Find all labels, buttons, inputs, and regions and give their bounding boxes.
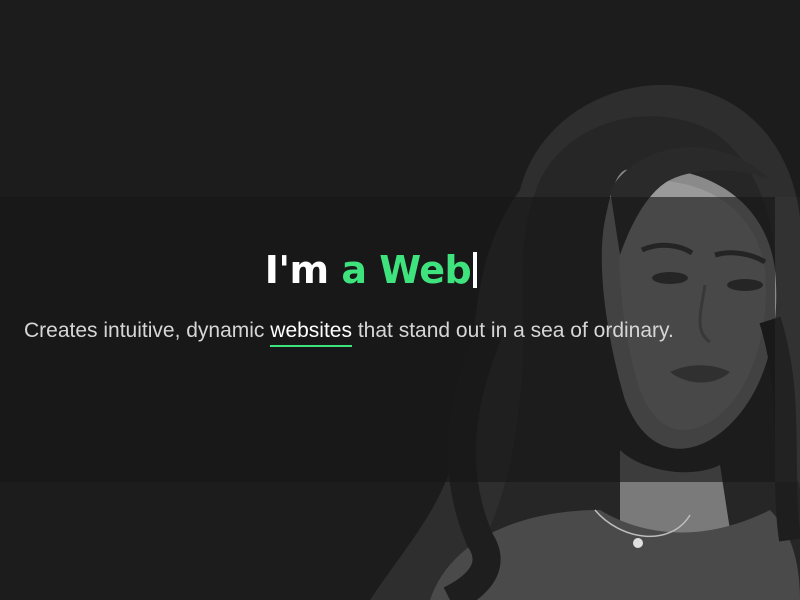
tagline-before: Creates intuitive, dynamic xyxy=(24,319,265,342)
typing-caret-icon xyxy=(473,252,478,288)
hero-section: I'm a Web Creates intuitive, dynamic web… xyxy=(0,0,800,600)
tagline-highlight: websites xyxy=(270,319,352,347)
tagline-after: that stand out in a sea of ordinary. xyxy=(357,319,674,342)
heading-accent-typed: a Web xyxy=(341,248,472,292)
hero-heading: I'm a Web xyxy=(0,246,742,294)
heading-prefix: I'm xyxy=(264,248,329,292)
hero-overlay-edge xyxy=(775,197,800,482)
hero-tagline: Creates intuitive, dynamic websites that… xyxy=(24,314,674,348)
